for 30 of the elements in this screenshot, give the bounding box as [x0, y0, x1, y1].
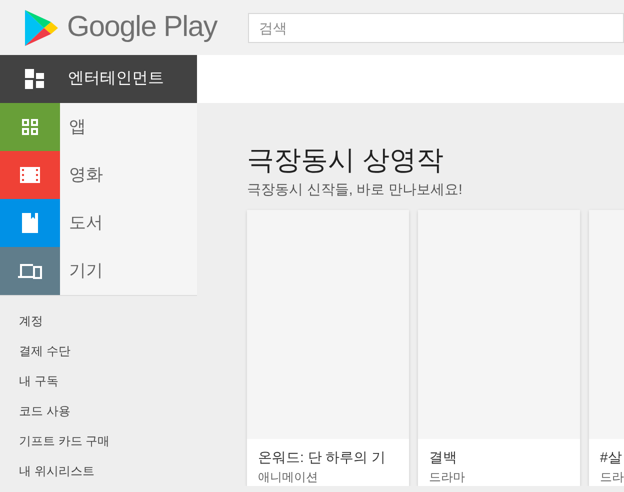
play-logo-icon [24, 8, 59, 46]
film-icon [20, 167, 40, 183]
account-link[interactable]: 계정 [0, 306, 43, 336]
grid-icon [25, 69, 45, 89]
movie-card[interactable]: 결백 드라마 [418, 210, 580, 486]
category-link[interactable]: 기기 [69, 258, 103, 284]
section-title: 극장동시 상영작 [247, 144, 445, 177]
account-link[interactable]: 결제 수단 [0, 336, 70, 366]
grid-icon [22, 119, 38, 135]
section-header[interactable]: 엔터테인먼트 [0, 55, 197, 103]
book-icon [22, 213, 38, 233]
logo-text: Google Play [67, 10, 218, 45]
movie-title: 온워드: 단 하루의 기 [258, 448, 386, 467]
account-link[interactable]: 내 구독 [0, 366, 58, 396]
movie-card[interactable]: #살 드라 [589, 210, 624, 486]
movie-card[interactable]: 온워드: 단 하루의 기 애니메이션 [247, 210, 409, 486]
account-link[interactable]: 내 위시리스트 [0, 456, 94, 486]
category-link[interactable]: 영화 [69, 162, 103, 188]
account-link[interactable]: 기프트 카드 구매 [0, 426, 110, 456]
movie-genre: 드라마 [429, 469, 465, 486]
movie-title: #살 [600, 448, 622, 467]
movie-genre: 드라 [600, 469, 624, 486]
search-field[interactable]: 검색 [248, 12, 624, 42]
devices-icon [18, 263, 42, 279]
section-subtitle: 극장동시 신작들, 바로 만나보세요! [247, 180, 464, 199]
movie-title: 결백 [429, 448, 457, 467]
category-link[interactable]: 도서 [69, 210, 103, 236]
category-link[interactable]: 앱 [69, 114, 86, 140]
account-link[interactable]: 코드 사용 [0, 396, 70, 426]
movie-genre: 애니메이션 [258, 469, 318, 486]
